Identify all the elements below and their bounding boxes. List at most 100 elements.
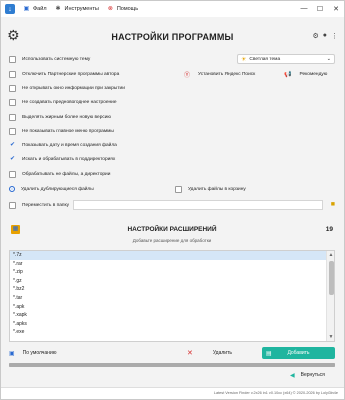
menu-help-label: Помощь: [116, 6, 139, 12]
header-icons: ⚙ ● ⋮: [312, 32, 338, 40]
option-label: Выделять жирным более новую версию: [22, 114, 112, 120]
install-yandex-link[interactable]: Ⓨ Установить Яндекс Поиск: [184, 69, 255, 79]
menu-file[interactable]: ▣ Файл: [23, 6, 47, 13]
extensions-list[interactable]: *.7z *.rar *.zip *.gz *.bz2 *.tar *.apk *.xapk *…: [9, 250, 335, 342]
option-show-date-time[interactable]: ✔ Показывать дату и время создания файла: [9, 140, 117, 150]
option-label: Переместить в папку: [22, 202, 70, 208]
extension-item[interactable]: *.exe: [10, 328, 334, 337]
back-button-label: Вернуться: [300, 372, 325, 378]
checkbox[interactable]: [9, 113, 16, 121]
pin-icon[interactable]: ●: [323, 32, 327, 40]
extension-item[interactable]: *.zip: [10, 268, 334, 277]
extension-item[interactable]: *.xapk: [10, 311, 334, 320]
radio-delete-duplicates[interactable]: Удалить дублирующиеся файлы: [9, 184, 94, 194]
extension-item[interactable]: *.7z: [10, 251, 334, 260]
extensions-count: 19: [325, 226, 333, 233]
checkbox[interactable]: [9, 84, 16, 92]
settings-header: ⚙ НАСТРОЙКИ ПРОГРАММЫ ⚙ ● ⋮: [1, 27, 344, 47]
option-hide-main-menu[interactable]: Не показывать главное меню программы: [9, 126, 114, 136]
app-window: ↓ ▣ Файл ✱ Инструменты ⊗ Помощь — ☐ ✕ ⚙ …: [0, 0, 345, 400]
extension-item[interactable]: *.apks: [10, 320, 334, 329]
scroll-thumb[interactable]: [328, 261, 334, 295]
theme-select[interactable]: ☀ Светлая тема ⌄: [237, 54, 335, 64]
option-no-holiday-mood[interactable]: Не создавать предновогоднее настроение: [9, 97, 117, 107]
minimize-icon[interactable]: —: [296, 5, 312, 13]
extension-item[interactable]: *.gz: [10, 277, 334, 286]
help-icon: ⊗: [107, 5, 113, 12]
option-disable-partner[interactable]: Отключить Партнерские программы автора: [9, 69, 119, 79]
tools-icon: ✱: [55, 5, 61, 12]
scrollbar[interactable]: ▲ ▼: [326, 251, 334, 341]
menu-tools-label: Инструменты: [64, 6, 99, 12]
checkbox[interactable]: [175, 185, 182, 193]
checkbox[interactable]: [9, 170, 16, 178]
install-yandex-label: Установить Яндекс Поиск: [198, 71, 256, 77]
more-icon[interactable]: ⋮: [331, 32, 338, 40]
menu-file-label: Файл: [33, 6, 47, 12]
checkbox[interactable]: [9, 70, 16, 78]
close-icon[interactable]: ✕: [328, 5, 344, 13]
progress-bar: [9, 363, 335, 367]
extension-item[interactable]: *.rar: [10, 260, 334, 269]
default-button-label: По умолчанию: [22, 350, 57, 356]
settings-icon[interactable]: ⚙: [312, 32, 318, 40]
app-logo-icon: ↓: [5, 4, 15, 14]
extensions-title: НАСТРОЙКИ РАСШИРЕНИЙ: [127, 226, 217, 233]
option-label: Удалить дублирующиеся файлы: [21, 186, 94, 192]
option-label: Не показывать главное меню программы: [22, 128, 114, 134]
chevron-down-icon: ⌄: [326, 56, 331, 62]
default-button[interactable]: ▣ По умолчанию: [9, 347, 57, 359]
option-label: Искать и обрабатывать в поддиректориях: [22, 156, 116, 162]
theme-select-value: Светлая тема: [249, 56, 281, 62]
option-search-subdirs[interactable]: ✔ Искать и обрабатывать в поддиректориях: [9, 154, 115, 164]
extensions-subtitle: Добавьте расширение для обработки: [132, 238, 212, 243]
option-use-system-theme[interactable]: Использовать системную тему: [9, 54, 90, 64]
checkbox-checked[interactable]: ✔: [9, 156, 16, 163]
extensions-section-header: ▦ НАСТРОЙКИ РАСШИРЕНИЙ Добавьте расширен…: [9, 221, 335, 243]
extension-item[interactable]: *.bz2: [10, 285, 334, 294]
back-button[interactable]: ◀ Вернуться: [290, 370, 325, 380]
option-label: Использовать системную тему: [22, 56, 91, 62]
option-process-dirs[interactable]: Обрабатывать не файлы, а директории: [9, 169, 110, 179]
option-bold-new-version[interactable]: Выделять жирным более новую версию: [9, 112, 111, 122]
add-button-label: Добавить: [287, 350, 310, 356]
checkbox-checked[interactable]: ✔: [9, 142, 16, 149]
option-delete-to-recycle[interactable]: Удалить файлы в корзину: [175, 184, 246, 194]
progress-fill: [9, 363, 335, 367]
sun-icon: ☀: [241, 56, 247, 63]
checkbox[interactable]: [9, 55, 16, 63]
recommend-link[interactable]: 📢 Рекомендую: [284, 69, 327, 79]
megaphone-icon: 📢: [284, 71, 292, 78]
close-icon: ✕: [187, 350, 193, 357]
folder-icon[interactable]: ■: [331, 201, 335, 208]
menu-bar: ↓ ▣ Файл ✱ Инструменты ⊗ Помощь — ☐ ✕: [1, 1, 344, 17]
option-label: Удалить файлы в корзину: [188, 186, 246, 192]
menu-help[interactable]: ⊗ Помощь: [107, 6, 138, 13]
add-button[interactable]: ▤ Добавить: [262, 347, 335, 359]
checkbox[interactable]: [9, 127, 16, 135]
radio-selected[interactable]: [9, 186, 15, 192]
footer-version-text: Latest Version Finder v.2x26 in1 v0.10cc…: [213, 391, 338, 395]
scroll-down-icon[interactable]: ▼: [327, 333, 334, 341]
menu-tools[interactable]: ✱ Инструменты: [55, 6, 99, 13]
maximize-icon[interactable]: ☐: [312, 5, 328, 13]
option-label: Не открывать окно информации при закрыти…: [22, 85, 125, 91]
option-no-info-on-close[interactable]: Не открывать окно информации при закрыти…: [9, 83, 125, 93]
checkbox[interactable]: [9, 201, 16, 209]
extension-actions: ▣ По умолчанию ✕ Удалить ▤ Добавить: [9, 347, 335, 359]
add-icon: ▤: [266, 350, 272, 357]
floppy-icon: ▣: [9, 350, 15, 357]
checkbox[interactable]: [9, 98, 16, 106]
folder-path-input[interactable]: [73, 200, 323, 210]
option-label: Показывать дату и время создания файла: [22, 142, 117, 148]
option-label: Отключить Партнерские программы автора: [22, 71, 120, 77]
delete-button-label: Удалить: [212, 350, 232, 356]
extension-item[interactable]: *.tar: [10, 294, 334, 303]
option-label: Не создавать предновогоднее настроение: [22, 99, 117, 105]
delete-button[interactable]: ✕ Удалить: [187, 347, 232, 359]
window-controls: — ☐ ✕: [296, 5, 344, 13]
file-icon: ▣: [23, 5, 30, 12]
back-arrow-icon: ◀: [290, 372, 295, 379]
scroll-up-icon[interactable]: ▲: [327, 251, 334, 259]
extension-item[interactable]: *.apk: [10, 303, 334, 312]
